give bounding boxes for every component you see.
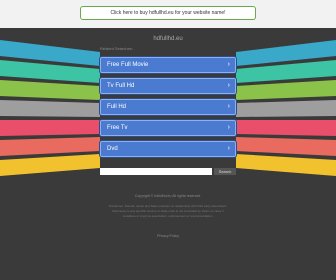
buy-domain-banner[interactable]: Click here to buy hdfullhd.eu for your w… bbox=[80, 6, 256, 20]
search-button[interactable]: Search bbox=[214, 168, 236, 175]
right-stripes bbox=[236, 40, 336, 176]
stripe-green bbox=[236, 80, 336, 100]
search-input[interactable] bbox=[100, 168, 212, 175]
chevron-right-icon: › bbox=[227, 103, 230, 110]
chevron-right-icon: › bbox=[227, 124, 230, 131]
stripe-red bbox=[0, 137, 100, 156]
stripe-red bbox=[236, 137, 336, 156]
related-searches-label: Related Searches: bbox=[100, 46, 133, 51]
link-tv-full-hd[interactable]: Tv Full Hd › bbox=[100, 78, 236, 94]
stripe-green bbox=[0, 80, 100, 100]
link-dvd[interactable]: Dvd › bbox=[100, 141, 236, 157]
left-stripes bbox=[0, 40, 100, 176]
link-label: Free Tv bbox=[107, 125, 128, 131]
chevron-right-icon: › bbox=[227, 61, 230, 68]
link-free-full-movie[interactable]: Free Full Movie › bbox=[100, 57, 236, 73]
stripe-yellow bbox=[236, 154, 336, 176]
stripe-grey bbox=[0, 100, 100, 117]
link-free-tv[interactable]: Free Tv › bbox=[100, 120, 236, 136]
chevron-right-icon: › bbox=[227, 145, 230, 152]
related-links-list: Free Full Movie › Tv Full Hd › Full Hd ›… bbox=[100, 57, 236, 162]
search-row: Search bbox=[100, 168, 236, 175]
link-label: Free Full Movie bbox=[107, 62, 149, 68]
stripe-grey bbox=[236, 100, 336, 117]
chevron-right-icon: › bbox=[227, 82, 230, 89]
link-full-hd[interactable]: Full Hd › bbox=[100, 99, 236, 115]
disclaimer-text: Disclaimer: Domain owner and Sedo mainta… bbox=[109, 204, 227, 218]
stripe-pink bbox=[236, 120, 336, 136]
stripe-pink bbox=[0, 120, 100, 136]
link-label: Tv Full Hd bbox=[107, 83, 135, 89]
link-label: Full Hd bbox=[107, 104, 127, 110]
copyright-text: Copyright © hdfullhd.eu All rights reser… bbox=[134, 194, 202, 198]
top-bar: Click here to buy hdfullhd.eu for your w… bbox=[0, 0, 336, 28]
privacy-policy-link[interactable]: Privacy Policy bbox=[0, 234, 336, 238]
link-label: Dvd bbox=[107, 146, 118, 152]
stripe-yellow bbox=[0, 154, 100, 176]
